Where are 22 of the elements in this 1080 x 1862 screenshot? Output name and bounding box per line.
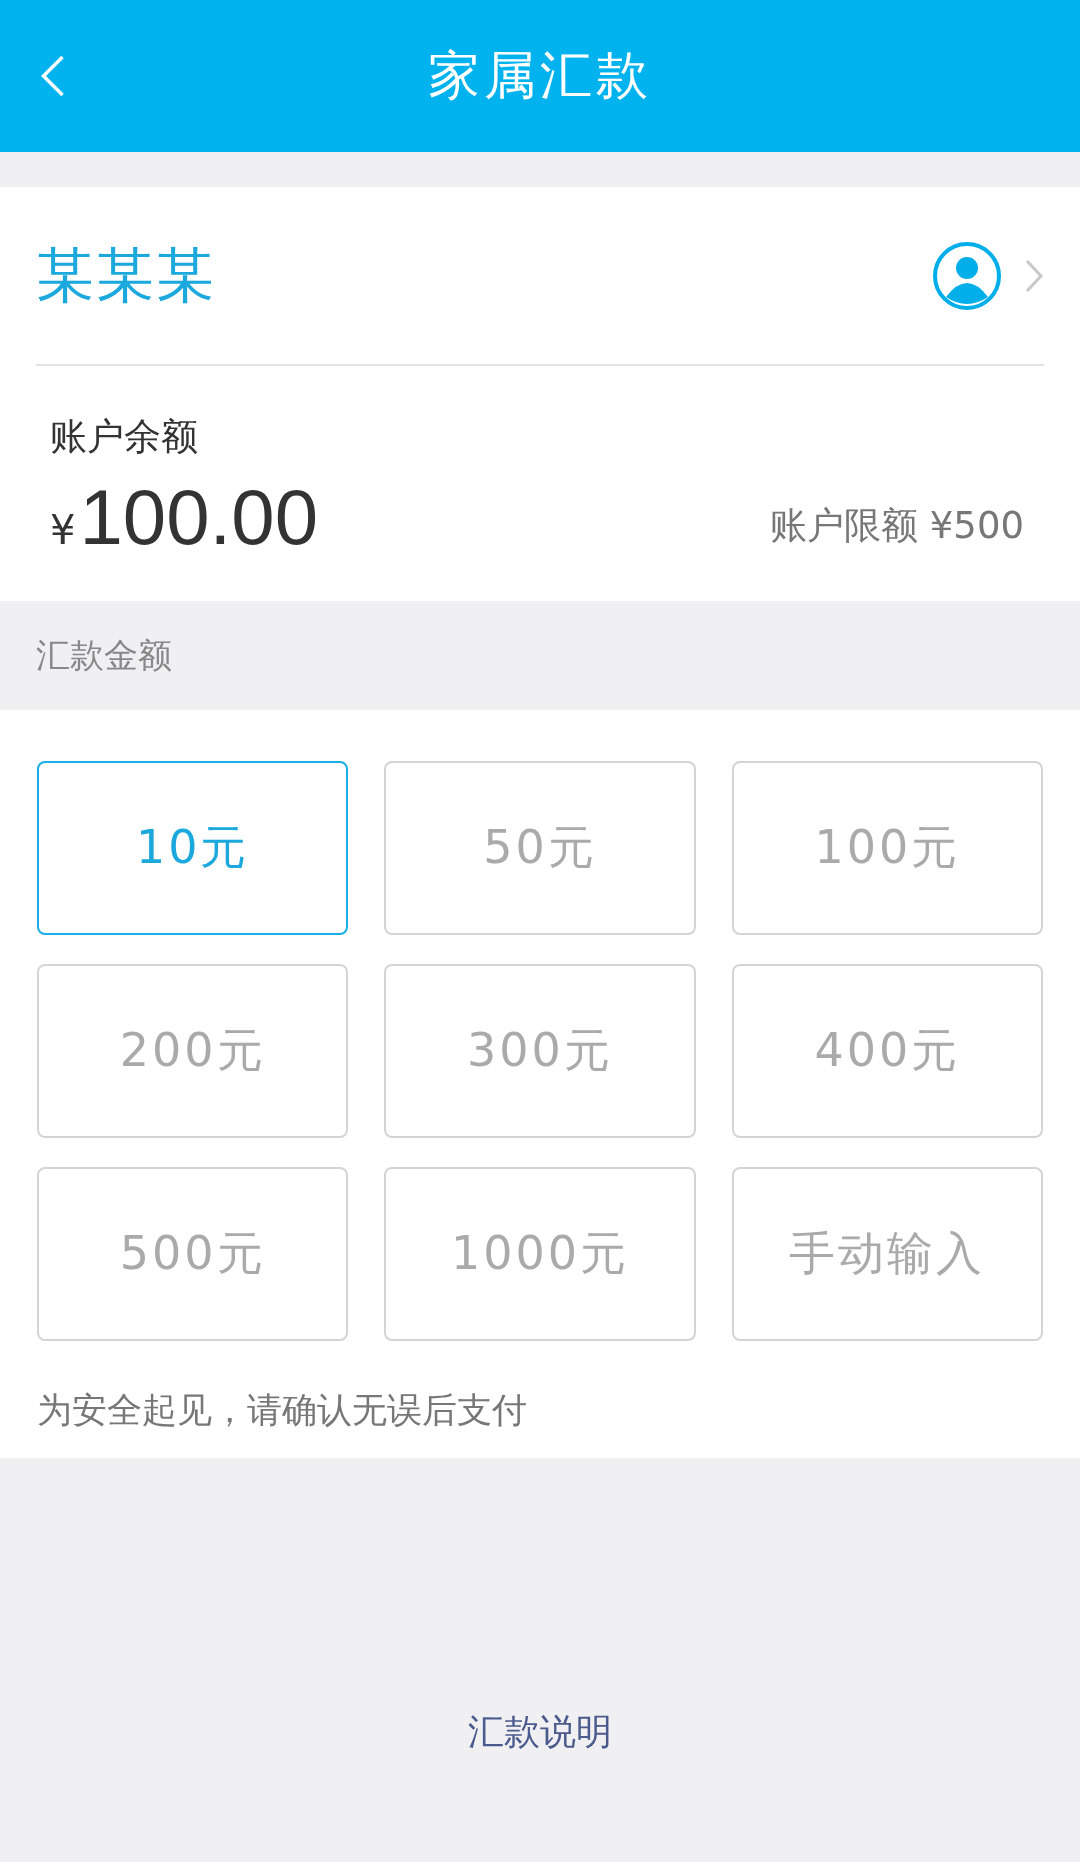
section-label: 汇款金额 — [36, 633, 172, 677]
balance-label: 账户余额 — [50, 414, 198, 460]
chevron-right-icon[interactable] — [1024, 257, 1044, 294]
instructions-link[interactable]: 汇款说明 — [468, 1708, 612, 1757]
recipient-row[interactable]: 某某某 — [36, 187, 1044, 366]
amount-option[interactable]: 500元 — [37, 1167, 349, 1341]
amount-option[interactable]: 100元 — [731, 761, 1043, 935]
amount-option[interactable]: 手动输入 — [731, 1167, 1043, 1341]
account-limit: 账户限额 ¥500 — [770, 503, 1024, 549]
amount-option[interactable]: 1000元 — [384, 1167, 696, 1341]
amount-option[interactable]: 400元 — [731, 964, 1043, 1138]
balance-amount: 100.00 — [79, 472, 319, 563]
currency-symbol: ¥ — [50, 507, 76, 553]
page-title: 家属汇款 — [428, 44, 652, 107]
amount-option[interactable]: 50元 — [384, 761, 696, 935]
notice-text: 为安全起见，请确认无误后支付 — [37, 1389, 527, 1432]
back-icon[interactable] — [40, 53, 66, 99]
recipient-name: 某某某 — [36, 239, 217, 311]
amount-option[interactable]: 300元 — [384, 964, 696, 1138]
amount-option[interactable]: 200元 — [37, 964, 349, 1138]
amount-option[interactable]: 10元 — [37, 761, 349, 935]
contact-icon[interactable] — [932, 240, 1002, 311]
